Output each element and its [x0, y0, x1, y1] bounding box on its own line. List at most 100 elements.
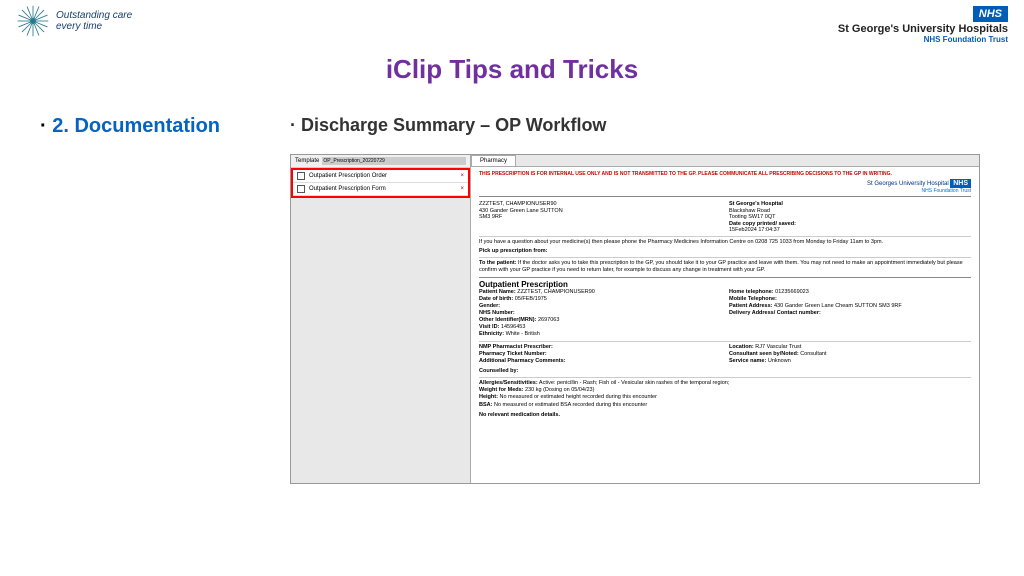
height-val: No measured or estimated height recorded… — [498, 394, 657, 400]
list-item[interactable]: Outpatient Prescription Form × — [293, 183, 468, 196]
template-row: Template OP_Prescription_20220729 — [291, 155, 470, 168]
visit-val: 14596453 — [499, 324, 525, 330]
addr-val: 430 Gander Green Lane Cheam SUTTON SM3 9… — [773, 303, 902, 309]
app-screenshot: Template OP_Prescription_20220729 Outpat… — [290, 154, 980, 484]
logo-left: Outstanding care every time — [16, 4, 132, 38]
clinical-block: Allergies/Sensitivities: Active: penicil… — [479, 377, 971, 409]
height-lbl: Height: — [479, 394, 498, 400]
nhs-lbl: NHS Number: — [479, 310, 515, 316]
weight-lbl: Weight for Meds: — [479, 387, 524, 393]
tagline: Outstanding care every time — [56, 10, 132, 32]
mid-right: Location: RJ7 Vascular Trust Consultant … — [729, 344, 971, 376]
hosp-l2: Blackshaw Road — [729, 208, 971, 215]
eth-val: White - British — [504, 331, 540, 337]
hosp-l1: St George's Hospital — [729, 201, 971, 208]
bsa-val: No measured or estimated BSA recorded du… — [492, 402, 647, 408]
hospital-name: St Georges University Hospital — [867, 181, 949, 187]
trust-name: St George's University Hospitals — [838, 23, 1008, 35]
patient-addr: 430 Gander Green Lane SUTTON — [479, 208, 721, 215]
mrn-val: 2697063 — [536, 317, 559, 323]
comm-lbl: Additional Pharmacy Comments: — [479, 358, 721, 365]
tab-bar: Pharmacy — [471, 155, 979, 167]
template-dropdown[interactable]: OP_Prescription_20220729 — [322, 157, 466, 165]
hospital-sub: NHS Foundation Trust — [922, 188, 971, 194]
list-item-label: Outpatient Prescription Form — [309, 186, 386, 192]
allergies-lbl: Allergies/Sensitivities: — [479, 380, 538, 386]
nhs-logo: NHS — [973, 6, 1008, 22]
eth-lbl: Ethnicity: — [479, 331, 504, 337]
addr-lbl: Patient Address: — [729, 303, 773, 309]
template-list-highlight: Outpatient Prescription Order × Outpatie… — [291, 168, 470, 198]
hospital-header: St Georges University Hospital NHS NHS F… — [479, 179, 971, 197]
mrn-lbl: Other Identifier(MRN): — [479, 317, 536, 323]
tel-lbl: Home telephone: — [729, 289, 774, 295]
close-icon[interactable]: × — [460, 186, 464, 192]
list-item[interactable]: Outpatient Prescription Order × — [293, 170, 468, 183]
subtitle: Discharge Summary – OP Workflow — [290, 115, 984, 136]
tel-val: 01235669023 — [774, 289, 809, 295]
hosp-l3: Tooting SW17 0QT — [729, 214, 971, 221]
patient-block: ZZZTEST, CHAMPIONUSER90 430 Gander Green… — [479, 201, 721, 234]
list-item-label: Outpatient Prescription Order — [309, 173, 387, 179]
dob-val: 05/FEB/1975 — [513, 296, 547, 302]
mob-lbl: Mobile Telephone: — [729, 296, 777, 302]
dob-lbl: Date of birth: — [479, 296, 513, 302]
document-body: THIS PRESCRIPTION IS FOR INTERNAL USE ON… — [471, 167, 979, 483]
no-meds: No relevant medication details. — [479, 412, 971, 418]
content: 2. Documentation Discharge Summary – OP … — [0, 85, 1024, 484]
hospital-block: St George's Hospital Blackshaw Road Toot… — [729, 201, 971, 234]
document-icon — [297, 172, 305, 180]
date-label: Date copy printed/ saved: — [729, 221, 796, 227]
svc-val: Unknown — [766, 358, 790, 364]
bsa-lbl: BSA: — [479, 402, 492, 408]
tab-pharmacy[interactable]: Pharmacy — [471, 155, 516, 166]
warning-text: THIS PRESCRIPTION IS FOR INTERNAL USE ON… — [479, 171, 971, 177]
patient-name: ZZZTEST, CHAMPIONUSER90 — [479, 201, 721, 208]
logo-right: NHS St George's University Hospitals NHS… — [838, 4, 1008, 44]
detail-right: Home telephone: 01235669023 Mobile Telep… — [729, 289, 971, 339]
page-title: iClip Tips and Tricks — [0, 54, 1024, 85]
nmp-lbl: NMP Pharmacist Prescriber: — [479, 344, 721, 351]
to-patient-lbl: To the patient: — [479, 260, 516, 266]
template-panel: Template OP_Prescription_20220729 Outpat… — [291, 155, 471, 483]
date-val: 15Feb2024 17:04:37 — [729, 227, 971, 234]
cons-lbl: Consultant seen by/Noted: — [729, 351, 799, 357]
document-preview: Pharmacy THIS PRESCRIPTION IS FOR INTERN… — [471, 155, 979, 483]
nhs-logo-small: NHS — [950, 179, 971, 188]
to-patient-text: If the doctor asks you to take this pres… — [479, 260, 963, 273]
slide-header: Outstanding care every time NHS St Georg… — [0, 0, 1024, 44]
right-column: Discharge Summary – OP Workflow Template… — [290, 115, 984, 484]
pickup-label: Pick up prescription from: — [479, 248, 971, 255]
tagline-1: Outstanding care — [56, 10, 132, 21]
patient-post: SM3 9RF — [479, 214, 721, 221]
question-para: If you have a question about your medici… — [479, 239, 971, 246]
tagline-2: every time — [56, 21, 132, 32]
visit-lbl: Visit ID: — [479, 324, 499, 330]
gender-lbl: Gender: — [479, 303, 500, 309]
pn-val: ZZZTEST, CHAMPIONUSER90 — [516, 289, 595, 295]
couns-lbl: Counselled by: — [479, 368, 721, 375]
mid-left: NMP Pharmacist Prescriber: Pharmacy Tick… — [479, 344, 721, 376]
cons-val: Consultant — [799, 351, 827, 357]
detail-left: Patient Name: ZZZTEST, CHAMPIONUSER90 Da… — [479, 289, 721, 339]
burst-icon — [16, 4, 50, 38]
document-icon — [297, 185, 305, 193]
detail-grid-1: Patient Name: ZZZTEST, CHAMPIONUSER90 Da… — [479, 289, 971, 339]
svc-lbl: Service name: — [729, 358, 766, 364]
close-icon[interactable]: × — [460, 173, 464, 179]
pn-lbl: Patient Name: — [479, 289, 516, 295]
section-heading: 2. Documentation — [40, 115, 270, 138]
section-title: Outpatient Prescription — [479, 277, 971, 289]
patient-hospital-block: ZZZTEST, CHAMPIONUSER90 430 Gander Green… — [479, 199, 971, 237]
trust-sub: NHS Foundation Trust — [838, 35, 1008, 44]
del-lbl: Delivery Address/ Contact number: — [729, 310, 821, 316]
allergies-val: Active: penicillin - Rash; Fish oil - Ve… — [538, 380, 730, 386]
to-patient: To the patient: If the doctor asks you t… — [479, 257, 971, 274]
ticket-lbl: Pharmacy Ticket Number: — [479, 351, 721, 358]
template-label: Template — [295, 158, 319, 164]
weight-val: 230 kg (Dosing on 05/04/23) — [524, 387, 595, 393]
loc-val: RJ7 Vascular Trust — [754, 344, 802, 350]
left-column: 2. Documentation — [40, 115, 270, 484]
loc-lbl: Location: — [729, 344, 754, 350]
detail-grid-2: NMP Pharmacist Prescriber: Pharmacy Tick… — [479, 341, 971, 376]
